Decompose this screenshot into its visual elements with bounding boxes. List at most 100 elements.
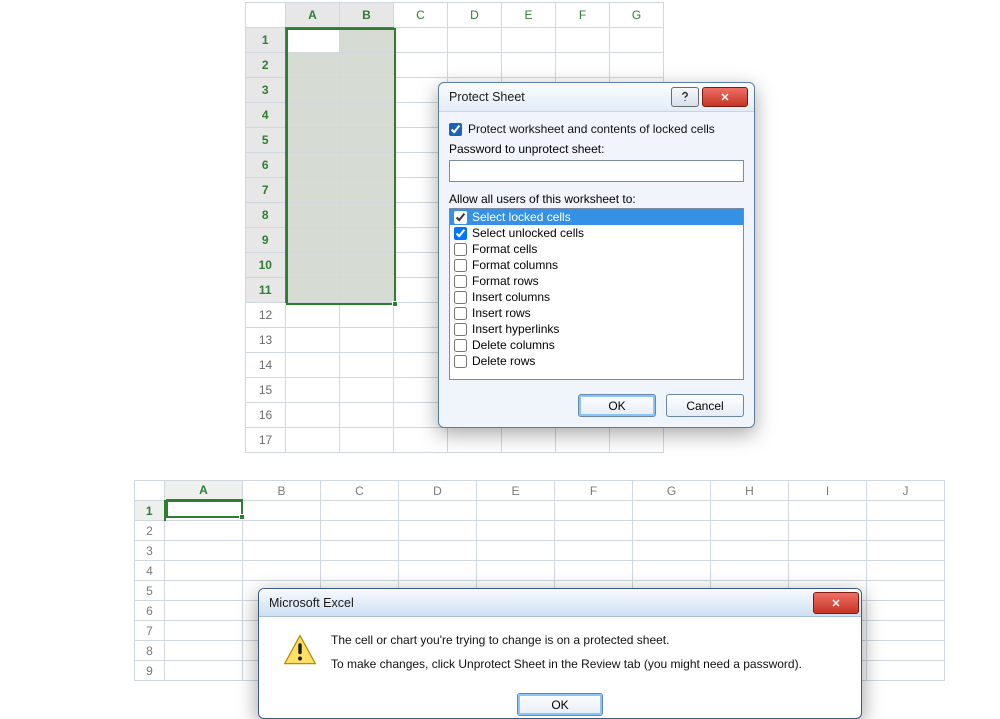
cell[interactable] (711, 501, 789, 521)
cell[interactable] (867, 661, 945, 681)
cell[interactable] (340, 128, 394, 153)
cell[interactable] (321, 521, 399, 541)
cell[interactable] (286, 253, 340, 278)
cell[interactable] (477, 521, 555, 541)
row-header[interactable]: 5 (246, 128, 286, 153)
cell[interactable] (165, 521, 243, 541)
cell[interactable] (399, 561, 477, 581)
cell[interactable] (286, 103, 340, 128)
cell[interactable] (867, 541, 945, 561)
cell[interactable] (321, 501, 399, 521)
cell[interactable] (340, 253, 394, 278)
cell[interactable] (477, 501, 555, 521)
cell[interactable] (286, 203, 340, 228)
cell[interactable] (286, 28, 340, 53)
cell[interactable] (633, 501, 711, 521)
cell[interactable] (340, 353, 394, 378)
permission-checkbox[interactable] (454, 227, 467, 240)
cell[interactable] (286, 428, 340, 453)
cell[interactable] (789, 541, 867, 561)
cell[interactable] (286, 378, 340, 403)
close-button[interactable] (813, 592, 859, 614)
cell[interactable] (340, 103, 394, 128)
row-header[interactable]: 9 (135, 661, 165, 681)
cell[interactable] (286, 178, 340, 203)
row-header[interactable]: 17 (246, 428, 286, 453)
row-header[interactable]: 1 (135, 501, 165, 521)
cell[interactable] (610, 28, 664, 53)
permission-item[interactable]: Select unlocked cells (450, 225, 743, 241)
row-header[interactable]: 8 (135, 641, 165, 661)
cell[interactable] (633, 541, 711, 561)
column-header[interactable]: H (711, 481, 789, 501)
column-header[interactable]: A (165, 481, 243, 501)
cell[interactable] (789, 561, 867, 581)
permissions-list[interactable]: Select locked cellsSelect unlocked cells… (449, 208, 744, 380)
cell[interactable] (867, 561, 945, 581)
cell[interactable] (502, 28, 556, 53)
cell[interactable] (243, 521, 321, 541)
cell[interactable] (165, 621, 243, 641)
cell[interactable] (399, 501, 477, 521)
column-header[interactable]: C (394, 3, 448, 28)
cell[interactable] (555, 561, 633, 581)
row-header[interactable]: 7 (135, 621, 165, 641)
row-header[interactable]: 4 (135, 561, 165, 581)
cell[interactable] (448, 428, 502, 453)
column-header[interactable]: E (502, 3, 556, 28)
cell[interactable] (867, 641, 945, 661)
cell[interactable] (867, 581, 945, 601)
cell[interactable] (555, 521, 633, 541)
row-header[interactable]: 4 (246, 103, 286, 128)
row-header[interactable]: 1 (246, 28, 286, 53)
cell[interactable] (165, 541, 243, 561)
cell[interactable] (286, 353, 340, 378)
permission-checkbox[interactable] (454, 275, 467, 288)
permission-item[interactable]: Insert rows (450, 305, 743, 321)
cell[interactable] (867, 521, 945, 541)
permission-checkbox[interactable] (454, 259, 467, 272)
column-header[interactable]: G (633, 481, 711, 501)
row-header[interactable]: 9 (246, 228, 286, 253)
cell[interactable] (340, 228, 394, 253)
cell[interactable] (502, 428, 556, 453)
row-header[interactable]: 3 (246, 78, 286, 103)
cell[interactable] (286, 228, 340, 253)
row-header[interactable]: 10 (246, 253, 286, 278)
cell[interactable] (286, 278, 340, 303)
cell[interactable] (711, 561, 789, 581)
column-header[interactable]: D (399, 481, 477, 501)
column-header[interactable]: D (448, 3, 502, 28)
permission-item[interactable]: Insert columns (450, 289, 743, 305)
cell[interactable] (340, 378, 394, 403)
cell[interactable] (243, 541, 321, 561)
cell[interactable] (556, 53, 610, 78)
dialog-titlebar[interactable]: Protect Sheet (439, 83, 754, 112)
column-header[interactable]: B (340, 3, 394, 28)
permission-checkbox[interactable] (454, 291, 467, 304)
cell[interactable] (286, 78, 340, 103)
column-header[interactable]: I (789, 481, 867, 501)
permission-item[interactable]: Format columns (450, 257, 743, 273)
row-header[interactable]: 3 (135, 541, 165, 561)
cell[interactable] (394, 428, 448, 453)
cell[interactable] (340, 78, 394, 103)
cell[interactable] (340, 178, 394, 203)
password-input[interactable] (449, 160, 744, 182)
row-header[interactable]: 7 (246, 178, 286, 203)
cell[interactable] (633, 561, 711, 581)
column-header[interactable]: C (321, 481, 399, 501)
cell[interactable] (165, 581, 243, 601)
cell[interactable] (394, 28, 448, 53)
cell[interactable] (321, 561, 399, 581)
permission-item[interactable]: Select locked cells (450, 209, 743, 225)
ok-button[interactable]: OK (578, 394, 656, 417)
cell[interactable] (448, 53, 502, 78)
cell[interactable] (399, 541, 477, 561)
cell[interactable] (610, 53, 664, 78)
permission-item[interactable]: Insert hyperlinks (450, 321, 743, 337)
permission-item[interactable]: Format rows (450, 273, 743, 289)
cell[interactable] (165, 641, 243, 661)
column-header[interactable]: G (610, 3, 664, 28)
cell[interactable] (448, 28, 502, 53)
